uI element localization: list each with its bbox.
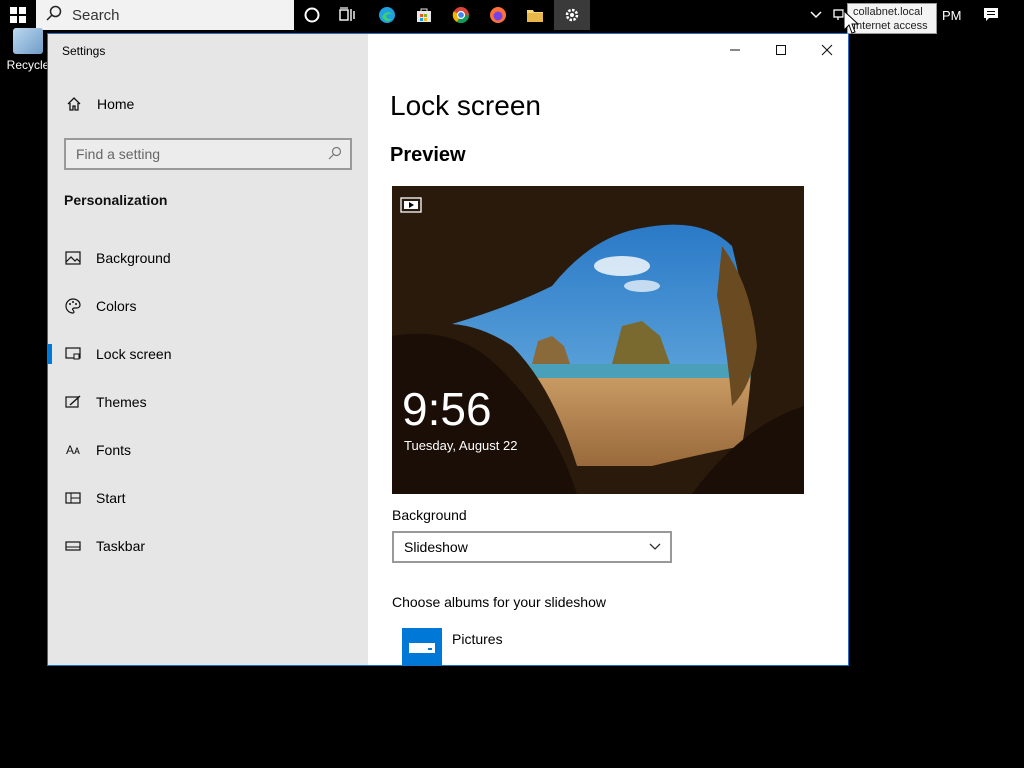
picture-icon xyxy=(64,250,82,266)
sidebar-item-background[interactable]: Background xyxy=(48,234,368,282)
section-title: Personalization xyxy=(64,192,168,208)
sidebar-item-label: Background xyxy=(96,250,171,266)
find-setting-input[interactable]: Find a setting xyxy=(64,138,352,170)
clock-text[interactable]: PM xyxy=(942,0,962,30)
sidebar-item-label: Themes xyxy=(96,394,147,410)
fonts-icon: Aᴀ xyxy=(66,443,80,457)
lock-screen-icon xyxy=(64,346,82,362)
preview-heading: Preview xyxy=(390,144,466,166)
search-icon xyxy=(328,146,342,163)
taskbar-icon xyxy=(64,538,82,554)
album-item-pictures[interactable]: Pictures xyxy=(402,628,503,665)
taskbar-search-placeholder: Search xyxy=(72,6,120,24)
palette-icon xyxy=(64,298,82,314)
preview-date: Tuesday, August 22 xyxy=(404,438,518,453)
home-label: Home xyxy=(97,96,135,112)
action-center-icon[interactable] xyxy=(983,0,999,30)
edge-icon[interactable] xyxy=(374,3,400,27)
window-controls xyxy=(712,34,848,66)
sidebar-item-label: Colors xyxy=(96,298,137,314)
firefox-icon[interactable] xyxy=(485,3,511,27)
sidebar: Settings Home Find a setting Personaliza… xyxy=(48,34,368,665)
tray-overflow-chevron-icon[interactable] xyxy=(809,0,823,30)
sidebar-item-label: Start xyxy=(96,490,126,506)
album-name: Pictures xyxy=(452,631,503,647)
lock-screen-preview: 9:56 Tuesday, August 22 xyxy=(392,186,804,494)
find-setting-placeholder: Find a setting xyxy=(76,146,161,162)
search-icon xyxy=(46,5,62,25)
themes-icon xyxy=(64,394,82,410)
recycle-bin-icon xyxy=(13,28,43,54)
minimize-button[interactable] xyxy=(712,34,758,66)
close-icon xyxy=(821,44,833,56)
background-dropdown-value: Slideshow xyxy=(404,539,468,555)
sidebar-item-home[interactable]: Home xyxy=(66,96,134,112)
sidebar-item-label: Taskbar xyxy=(96,538,146,554)
slideshow-indicator-icon xyxy=(400,197,422,218)
cortana-icon[interactable] xyxy=(299,3,325,27)
page-title: Lock screen xyxy=(390,90,541,121)
sidebar-item-taskbar[interactable]: Taskbar xyxy=(48,522,368,570)
tooltip-line-2: Internet access xyxy=(853,20,928,32)
sidebar-item-label: Lock screen xyxy=(96,346,172,362)
windows-logo-icon xyxy=(10,7,26,23)
network-tooltip: collabnet.local Internet access xyxy=(847,3,937,34)
sidebar-item-themes[interactable]: Themes xyxy=(48,378,368,426)
start-button[interactable] xyxy=(0,0,36,30)
sidebar-item-start[interactable]: Start xyxy=(48,474,368,522)
window-title: Settings xyxy=(62,44,106,58)
settings-window: Settings Home Find a setting Personaliza… xyxy=(47,33,849,666)
recycle-bin-label: Recycle xyxy=(6,58,50,72)
settings-taskbar-icon[interactable] xyxy=(554,0,590,30)
chevron-down-icon xyxy=(648,539,662,555)
task-view-icon[interactable] xyxy=(335,3,361,27)
folder-icon xyxy=(402,628,442,665)
home-icon xyxy=(66,96,82,112)
store-icon[interactable] xyxy=(411,3,437,27)
tooltip-line-1: collabnet.local xyxy=(853,6,923,18)
taskbar-search[interactable]: Search xyxy=(36,0,294,30)
recycle-bin[interactable]: Recycle xyxy=(6,28,50,72)
file-explorer-icon[interactable] xyxy=(522,3,548,27)
background-label: Background xyxy=(392,507,467,523)
sidebar-item-colors[interactable]: Colors xyxy=(48,282,368,330)
sidebar-nav: Background Colors Lock screen Themes Aᴀ … xyxy=(48,234,368,570)
close-button[interactable] xyxy=(804,34,848,66)
maximize-button[interactable] xyxy=(758,34,804,66)
minimize-icon xyxy=(730,49,740,51)
start-icon xyxy=(64,490,82,506)
chrome-icon[interactable] xyxy=(448,3,474,27)
maximize-icon xyxy=(776,45,786,55)
sidebar-item-label: Fonts xyxy=(96,442,132,458)
preview-time: 9:56 xyxy=(402,383,492,435)
mouse-cursor-icon xyxy=(843,10,859,34)
sidebar-item-lock-screen[interactable]: Lock screen xyxy=(48,330,368,378)
background-dropdown[interactable]: Slideshow xyxy=(392,531,672,563)
sidebar-item-fonts[interactable]: Aᴀ Fonts xyxy=(48,426,368,474)
main-content: Lock screen Preview 9:56 Tuesday, August… xyxy=(368,34,848,665)
albums-label: Choose albums for your slideshow xyxy=(392,594,606,610)
